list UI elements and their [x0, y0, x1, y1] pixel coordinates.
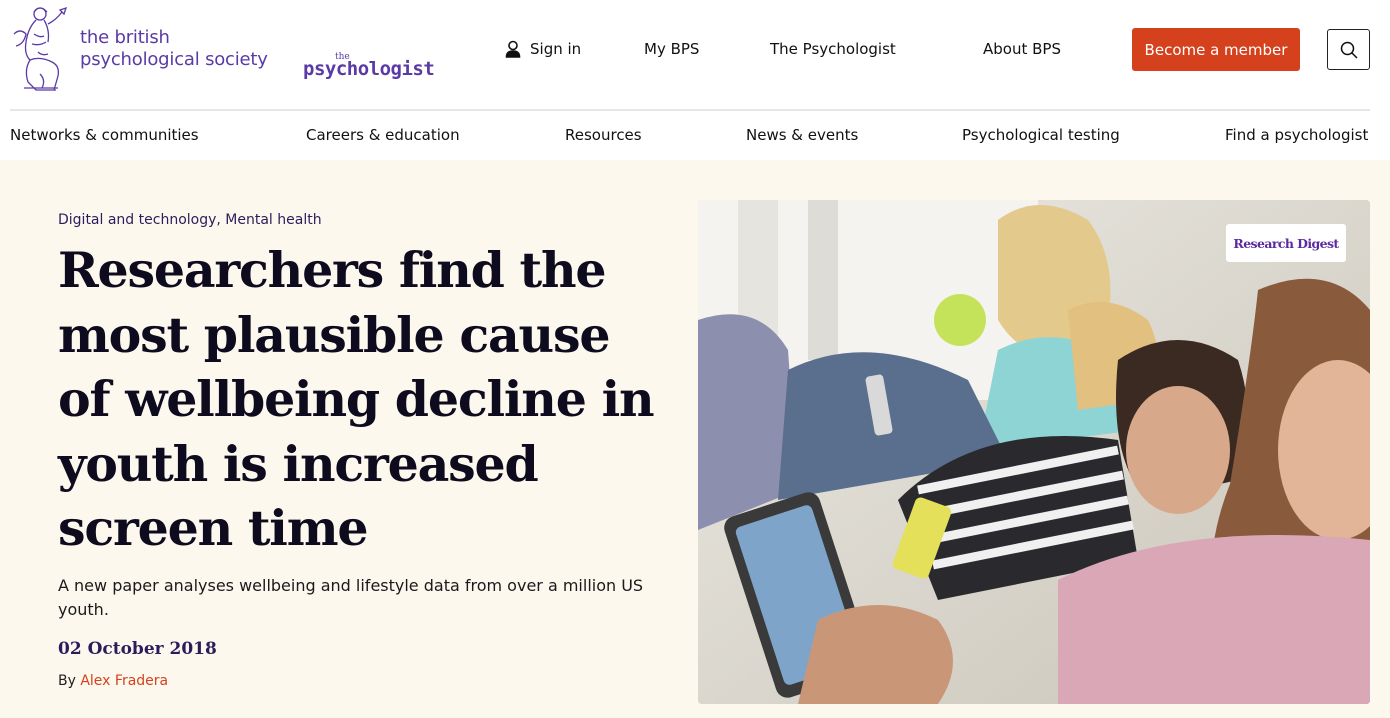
bps-logo[interactable]: the british psychological society — [10, 4, 268, 94]
article-date: 02 October 2018 — [58, 639, 217, 659]
nav-resources[interactable]: Resources — [565, 126, 642, 144]
byline-prefix: By — [58, 673, 81, 689]
my-bps-link[interactable]: My BPS — [644, 40, 699, 58]
bps-wordmark-line1: the british — [80, 27, 170, 48]
sign-in-label: Sign in — [530, 40, 582, 58]
nav-news-events[interactable]: News & events — [746, 126, 858, 144]
research-digest-badge: Research Digest — [1226, 224, 1346, 262]
psychologist-logo-word: psychologist — [303, 58, 435, 80]
sign-in-link[interactable]: Sign in — [505, 40, 581, 58]
article-standfirst: A new paper analyses wellbeing and lifes… — [58, 576, 644, 619]
nav-careers-education[interactable]: Careers & education — [306, 126, 460, 144]
nav-find-a-psychologist[interactable]: Find a psychologist — [1225, 126, 1368, 144]
search-icon — [1340, 41, 1358, 59]
main-navigation: Networks & communities Careers & educati… — [0, 111, 1390, 160]
become-member-button[interactable]: Become a member — [1132, 28, 1300, 71]
nav-psychological-testing[interactable]: Psychological testing — [962, 126, 1120, 144]
bps-wordmark: the british psychological society — [80, 27, 268, 71]
children-with-phones-illustration — [698, 200, 1370, 704]
about-bps-link[interactable]: About BPS — [983, 40, 1061, 58]
search-button[interactable] — [1327, 29, 1370, 70]
article-headline: Researchers find the most plausible caus… — [58, 241, 655, 557]
article-byline: By Alex Fradera — [58, 673, 168, 689]
article-hero-image: Research Digest — [698, 200, 1370, 704]
the-psychologist-link[interactable]: The Psychologist — [770, 40, 896, 58]
bps-wordmark-line2: psychological society — [80, 49, 268, 70]
user-icon — [505, 40, 521, 58]
author-link[interactable]: Alex Fradera — [80, 673, 168, 689]
article-hero: Digital and technology, Mental health Re… — [0, 160, 1390, 718]
bps-figure-logo-icon — [13, 6, 68, 91]
article-tags[interactable]: Digital and technology, Mental health — [58, 212, 322, 228]
nav-networks-communities[interactable]: Networks & communities — [10, 126, 199, 144]
site-header: the british psychological society the ps… — [0, 0, 1390, 110]
